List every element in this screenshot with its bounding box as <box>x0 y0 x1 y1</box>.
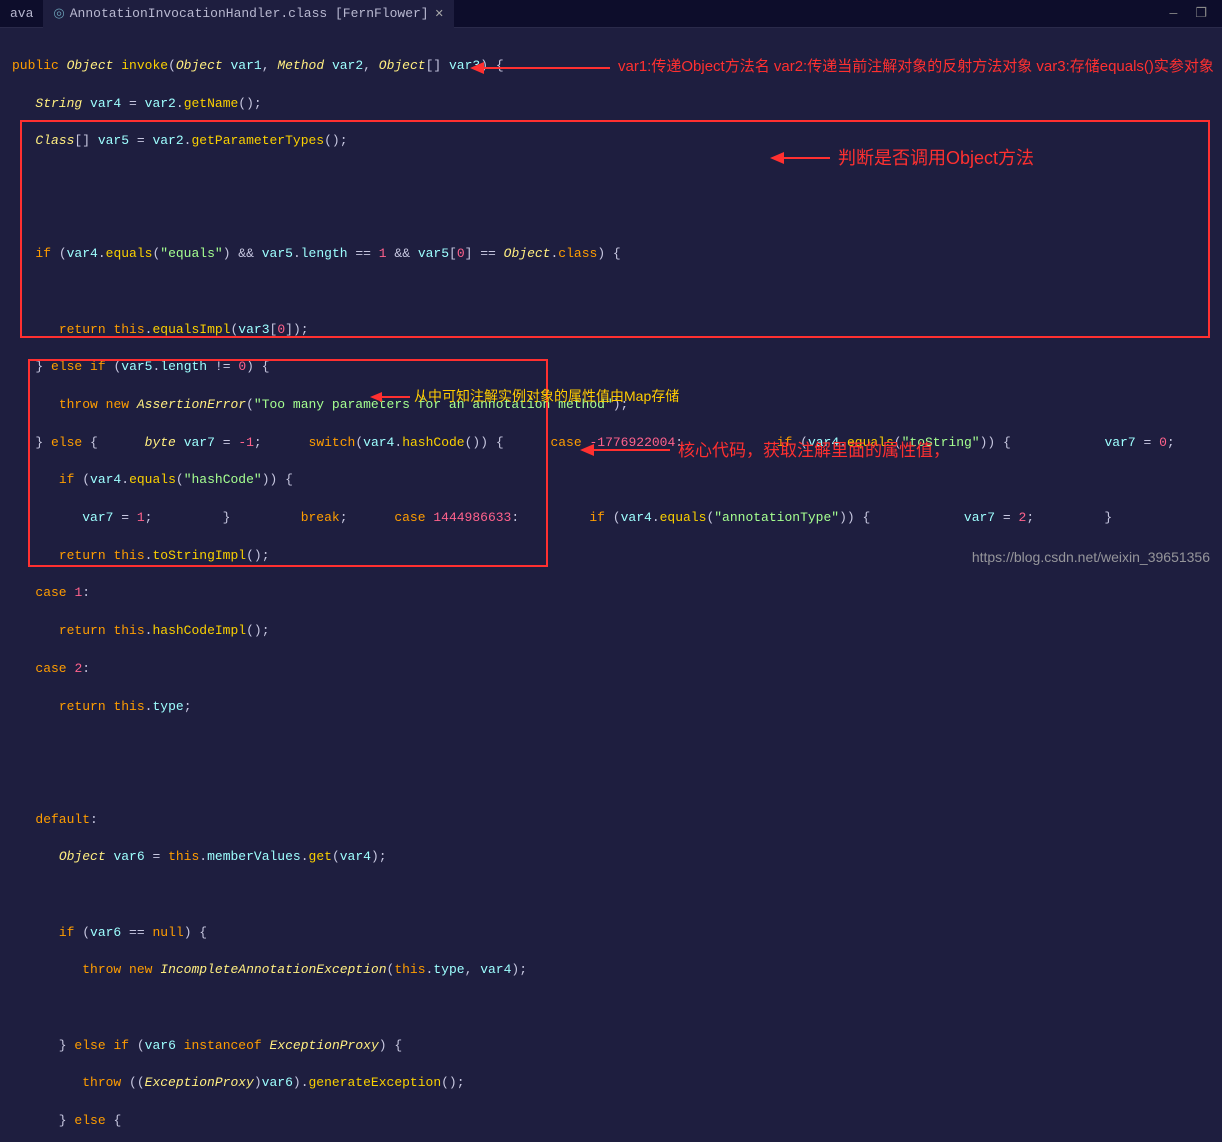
code-line: default: <box>12 811 1222 830</box>
code-line: return this.hashCodeImpl(); <box>12 622 1222 641</box>
close-icon[interactable]: ✕ <box>435 7 444 21</box>
code-line: } else { <box>12 1112 1222 1131</box>
arrow-icon <box>770 148 830 168</box>
java-class-icon: ◎ <box>53 6 64 21</box>
code-line <box>12 999 1222 1018</box>
code-line: case 2: <box>12 660 1222 679</box>
watermark: https://blog.csdn.net/weixin_39651356 <box>972 549 1210 565</box>
restore-icon[interactable]: ❐ <box>1195 6 1207 21</box>
arrow-icon <box>470 58 610 78</box>
arrow-icon <box>580 440 670 460</box>
annotation-text-box1: 判断是否调用Object方法 <box>838 144 1034 170</box>
annotation-text-box2: 核心代码，获取注解里面的属性值， <box>678 436 950 461</box>
tab-label: AnnotationInvocationHandler.class [FernF… <box>70 6 429 21</box>
minimize-icon[interactable]: — <box>1170 6 1178 21</box>
code-line <box>12 886 1222 905</box>
annotation-text-top: var1:传递Object方法名 var2:传递当前注解对象的反射方法对象 va… <box>618 55 1214 76</box>
code-line: if (var6 == null) { <box>12 924 1222 943</box>
arrow-icon <box>370 390 410 404</box>
window-controls: — ❐ <box>1170 6 1222 21</box>
code-line <box>12 773 1222 792</box>
code-line: String var4 = var2.getName(); <box>12 95 1222 114</box>
code-line: } else if (var6 instanceof ExceptionProx… <box>12 1037 1222 1056</box>
tab-active[interactable]: ◎ AnnotationInvocationHandler.class [Fer… <box>43 0 453 28</box>
code-line <box>12 735 1222 754</box>
tab-bar: ava ◎ AnnotationInvocationHandler.class … <box>0 0 1222 28</box>
code-line: throw new IncompleteAnnotationException(… <box>12 961 1222 980</box>
tab-label: ava <box>10 6 33 21</box>
code-line: case 1: <box>12 584 1222 603</box>
code-line: throw ((ExceptionProxy)var6).generateExc… <box>12 1074 1222 1093</box>
code-line: return this.type; <box>12 698 1222 717</box>
tab-partial[interactable]: ava <box>0 0 43 28</box>
code-line: Object var6 = this.memberValues.get(var4… <box>12 848 1222 867</box>
annotation-text-mid: 从中可知注解实例对象的属性值由Map存储 <box>414 386 679 406</box>
